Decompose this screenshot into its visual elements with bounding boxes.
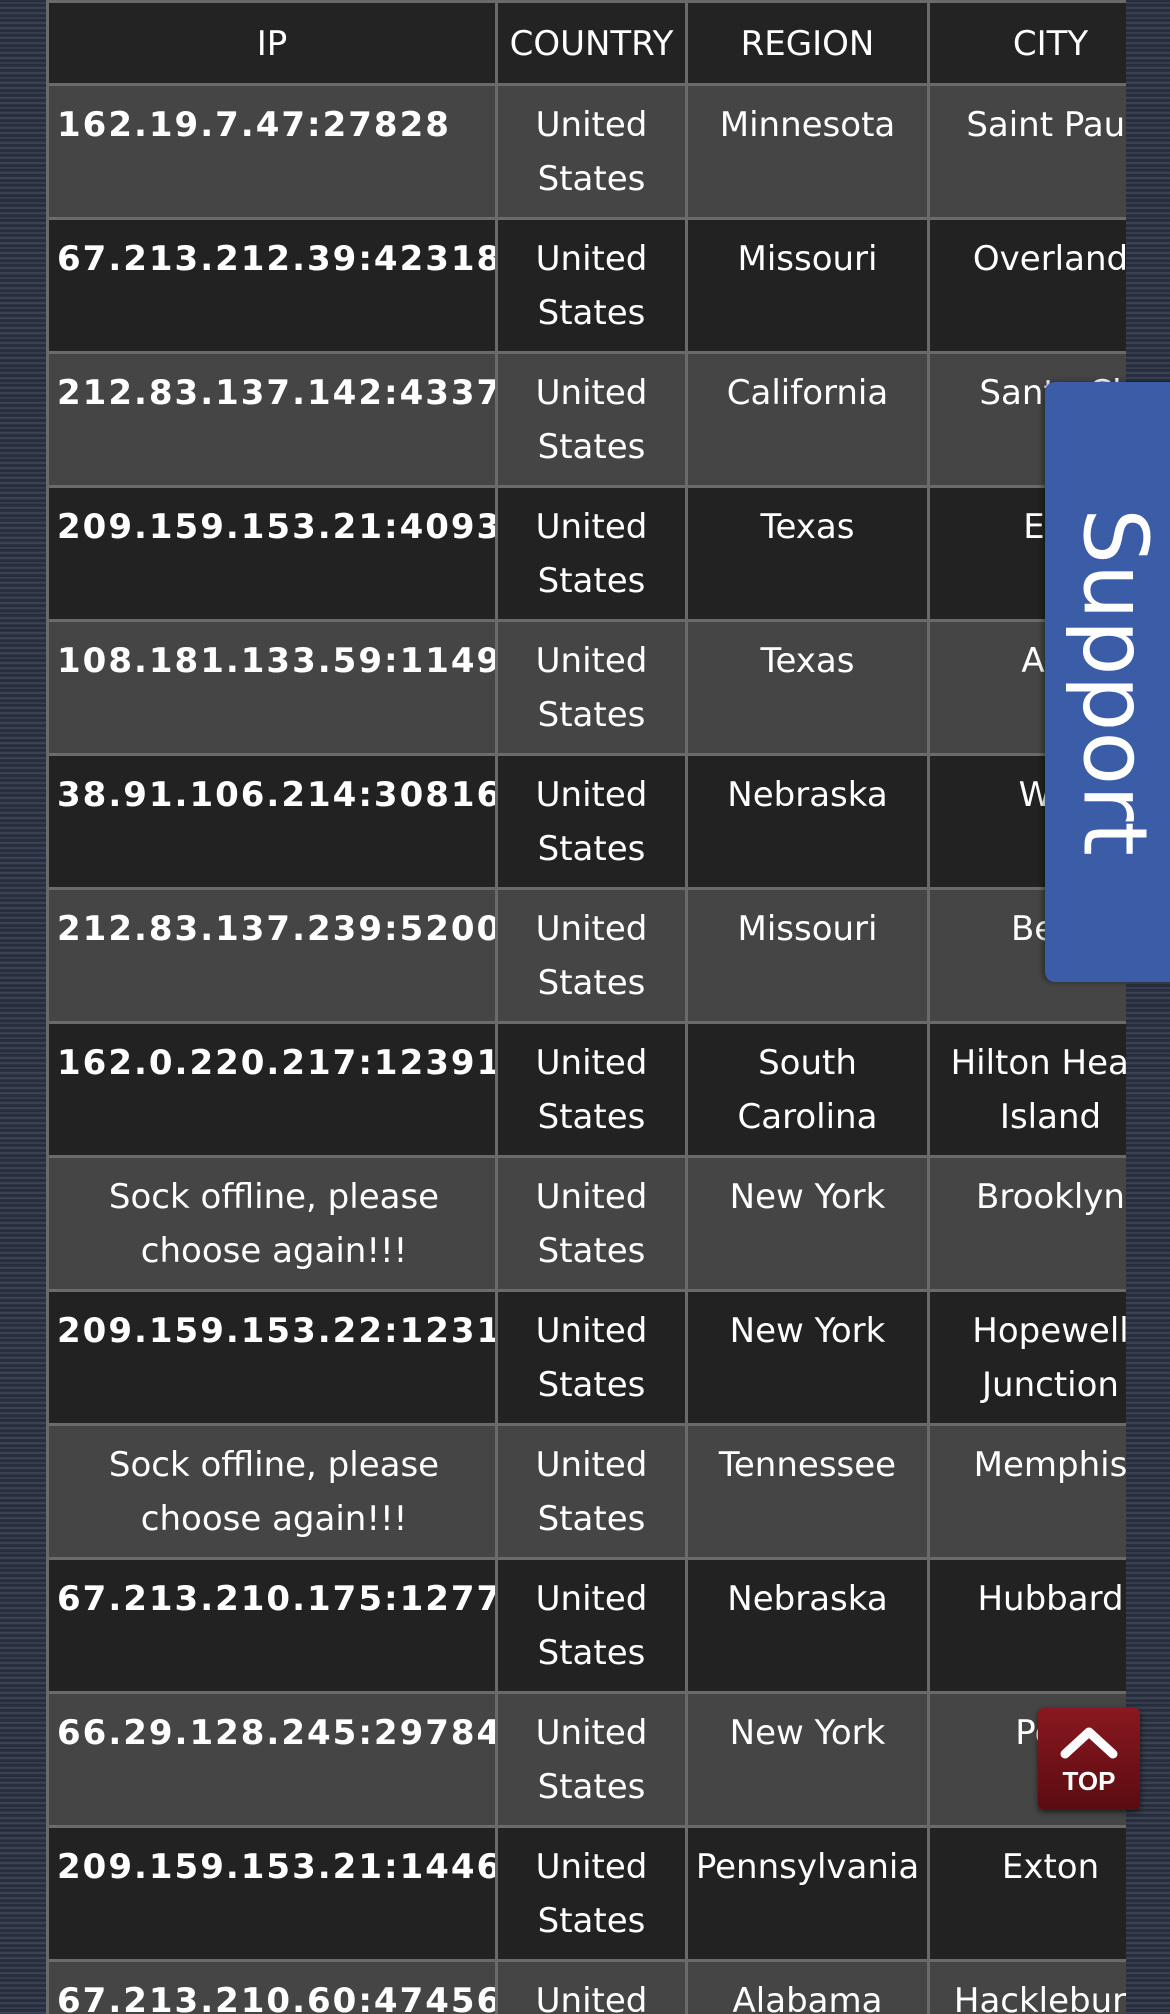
country-cell: United States [495, 351, 688, 488]
city-cell: Hubbard [927, 1557, 1126, 1694]
region-cell: Nebraska [685, 753, 930, 890]
country-cell: United States [495, 1959, 688, 2014]
city-cell: Saint Paul [927, 83, 1126, 220]
ip-cell[interactable]: 209.159.153.22:12311 [46, 1289, 498, 1426]
table-row[interactable]: 209.159.153.21:40937United StatesTexasEm [46, 485, 1126, 622]
ip-cell[interactable]: 162.0.220.217:12391 [46, 1021, 498, 1158]
table-row[interactable]: 162.0.220.217:12391 United States South Ca… [46, 1021, 1126, 1158]
country-cell: United States [495, 83, 688, 220]
table-row[interactable]: 108.181.133.59:11498United StatesTexasAr… [46, 619, 1126, 756]
table-row[interactable]: 67.213.210.60:47456United StatesAlabamaH… [46, 1959, 1126, 2014]
ip-cell[interactable]: 212.83.137.239:52009 [46, 887, 498, 1024]
ip-cell[interactable]: Sock offline, please choose again!!! [46, 1155, 498, 1292]
table-row[interactable]: 212.83.137.142:43377 United States Califor… [46, 351, 1126, 488]
country-cell: United States [495, 1825, 688, 1962]
country-cell: United States [495, 485, 688, 622]
table-row[interactable]: 209.159.153.21:14463 United States Pennsyl… [46, 1825, 1126, 1962]
ip-cell[interactable]: 38.91.106.214:30816 [46, 753, 498, 890]
region-cell: Texas [685, 485, 930, 622]
table-row[interactable]: 162.19.7.47:27828 United States Minnesota S… [46, 83, 1126, 220]
region-cell: New York [685, 1691, 930, 1828]
region-cell: Missouri [685, 887, 930, 1024]
ip-cell[interactable]: 66.29.128.245:29784 [46, 1691, 498, 1828]
proxy-table-container: IP COUNTRY REGION CITY 162.19.7.47:27828… [46, 0, 1126, 2014]
chevron-up-icon [1060, 1727, 1118, 1759]
country-cell: United States [495, 887, 688, 1024]
back-to-top-button[interactable]: TOP [1038, 1708, 1140, 1810]
header-country: COUNTRY [495, 0, 688, 86]
country-cell: United States [495, 1691, 688, 1828]
country-cell: United States [495, 619, 688, 756]
city-cell: Hackleburg [927, 1959, 1126, 2014]
table-row[interactable]: 38.91.106.214:30816 United States Nebraska… [46, 753, 1126, 890]
region-cell: Missouri [685, 217, 930, 354]
table-row[interactable]: 66.29.128.245:29784 United States New York… [46, 1691, 1126, 1828]
country-cell: United States [495, 1289, 688, 1426]
city-cell: Overland [927, 217, 1126, 354]
table-row[interactable]: 67.213.210.175:12773 United States Nebrask… [46, 1557, 1126, 1694]
ip-cell[interactable]: 209.159.153.21:40937 [46, 485, 498, 622]
support-label: Support [1063, 508, 1167, 856]
region-cell: Minnesota [685, 83, 930, 220]
header-city: CITY [927, 0, 1126, 86]
ip-cell[interactable]: 108.181.133.59:11498 [46, 619, 498, 756]
table-row[interactable]: Sock offline, please choose again!!! Unit… [46, 1155, 1126, 1292]
ip-cell[interactable]: 67.213.210.60:47456 [46, 1959, 498, 2014]
region-cell: South Carolina [685, 1021, 930, 1158]
city-cell: Exton [927, 1825, 1126, 1962]
region-cell: Nebraska [685, 1557, 930, 1694]
table-row[interactable]: 209.159.153.22:12311 United States New Yor… [46, 1289, 1126, 1426]
city-cell: Hilton Head Island [927, 1021, 1126, 1158]
ip-cell[interactable]: 67.213.210.175:12773 [46, 1557, 498, 1694]
country-cell: United States [495, 217, 688, 354]
table-row[interactable]: Sock offline, please choose again!!! Unit… [46, 1423, 1126, 1560]
region-cell: New York [685, 1155, 930, 1292]
header-ip: IP [46, 0, 498, 86]
region-cell: Texas [685, 619, 930, 756]
ip-cell[interactable]: 209.159.153.21:14463 [46, 1825, 498, 1962]
region-cell: Alabama [685, 1959, 930, 2014]
region-cell: New York [685, 1289, 930, 1426]
country-cell: United States [495, 1423, 688, 1560]
header-region: REGION [685, 0, 930, 86]
city-cell: Hopewell Junction [927, 1289, 1126, 1426]
proxy-table: IP COUNTRY REGION CITY 162.19.7.47:27828… [46, 0, 1126, 2014]
country-cell: United States [495, 1557, 688, 1694]
region-cell: Pennsylvania [685, 1825, 930, 1962]
ip-cell[interactable]: 67.213.212.39:42318 [46, 217, 498, 354]
country-cell: United States [495, 1021, 688, 1158]
support-tab-button[interactable]: Support [1045, 382, 1170, 982]
country-cell: United States [495, 1155, 688, 1292]
country-cell: United States [495, 753, 688, 890]
region-cell: Tennessee [685, 1423, 930, 1560]
table-row[interactable]: 67.213.212.39:42318 United States Missouri… [46, 217, 1126, 354]
top-label: TOP [1062, 1766, 1116, 1796]
table-header-row: IP COUNTRY REGION CITY [46, 0, 1126, 86]
ip-cell[interactable]: Sock offline, please choose again!!! [46, 1423, 498, 1560]
ip-cell[interactable]: 162.19.7.47:27828 [46, 83, 498, 220]
table-row[interactable]: 212.83.137.239:52009 United States Missour… [46, 887, 1126, 1024]
ip-cell[interactable]: 212.83.137.142:43377 [46, 351, 498, 488]
city-cell: Brooklyn [927, 1155, 1126, 1292]
city-cell: Memphis [927, 1423, 1126, 1560]
region-cell: California [685, 351, 930, 488]
